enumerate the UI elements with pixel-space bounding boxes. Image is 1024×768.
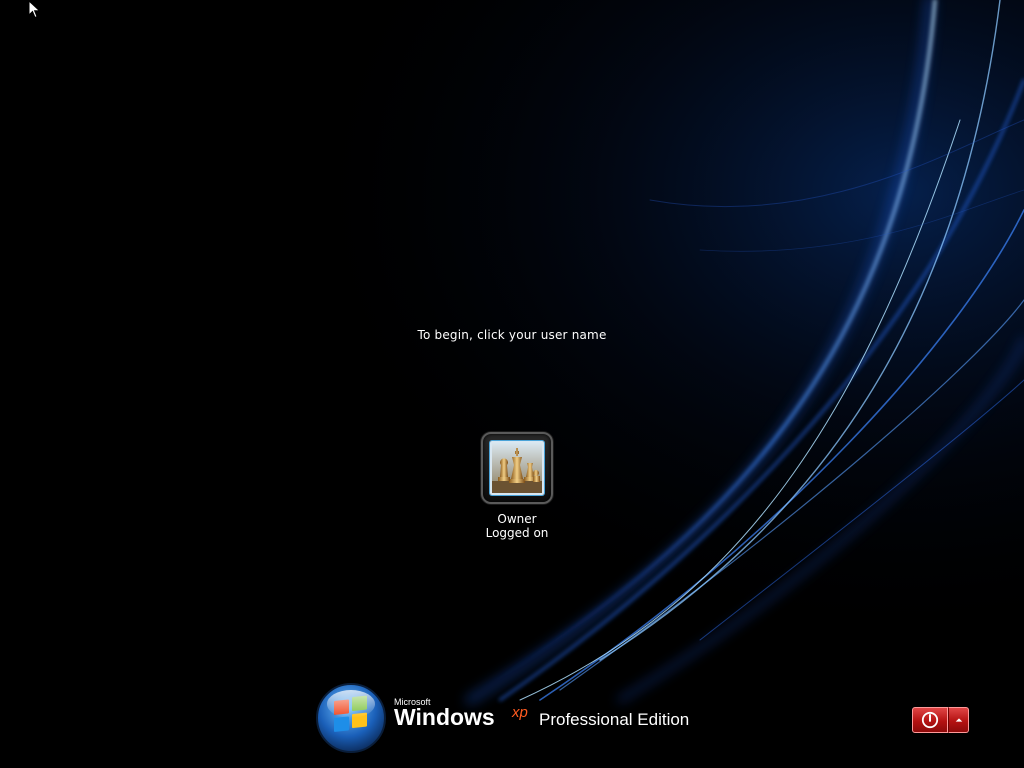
power-menu-button[interactable] [948,707,969,733]
login-screen: To begin, click your user name Owner Log… [0,0,1024,768]
chess-pieces-icon [492,443,542,493]
brand-windows: Windows [394,704,495,730]
user-name[interactable]: Owner [470,512,564,526]
login-prompt: To begin, click your user name [417,328,607,342]
user-tile-owner[interactable]: Owner Logged on [470,432,564,540]
wallpaper [0,0,1024,768]
power-options [912,707,969,733]
user-status: Logged on [485,526,549,540]
mouse-cursor-icon [28,0,41,19]
brand-edition: Professional Edition [539,710,690,729]
power-icon [921,711,939,729]
brand-xp: xp [512,704,528,721]
avatar-frame[interactable] [481,432,553,504]
avatar[interactable] [490,441,544,495]
chevron-up-icon [955,718,962,722]
windows-logo-icon [316,683,386,753]
shutdown-button[interactable] [912,707,948,733]
